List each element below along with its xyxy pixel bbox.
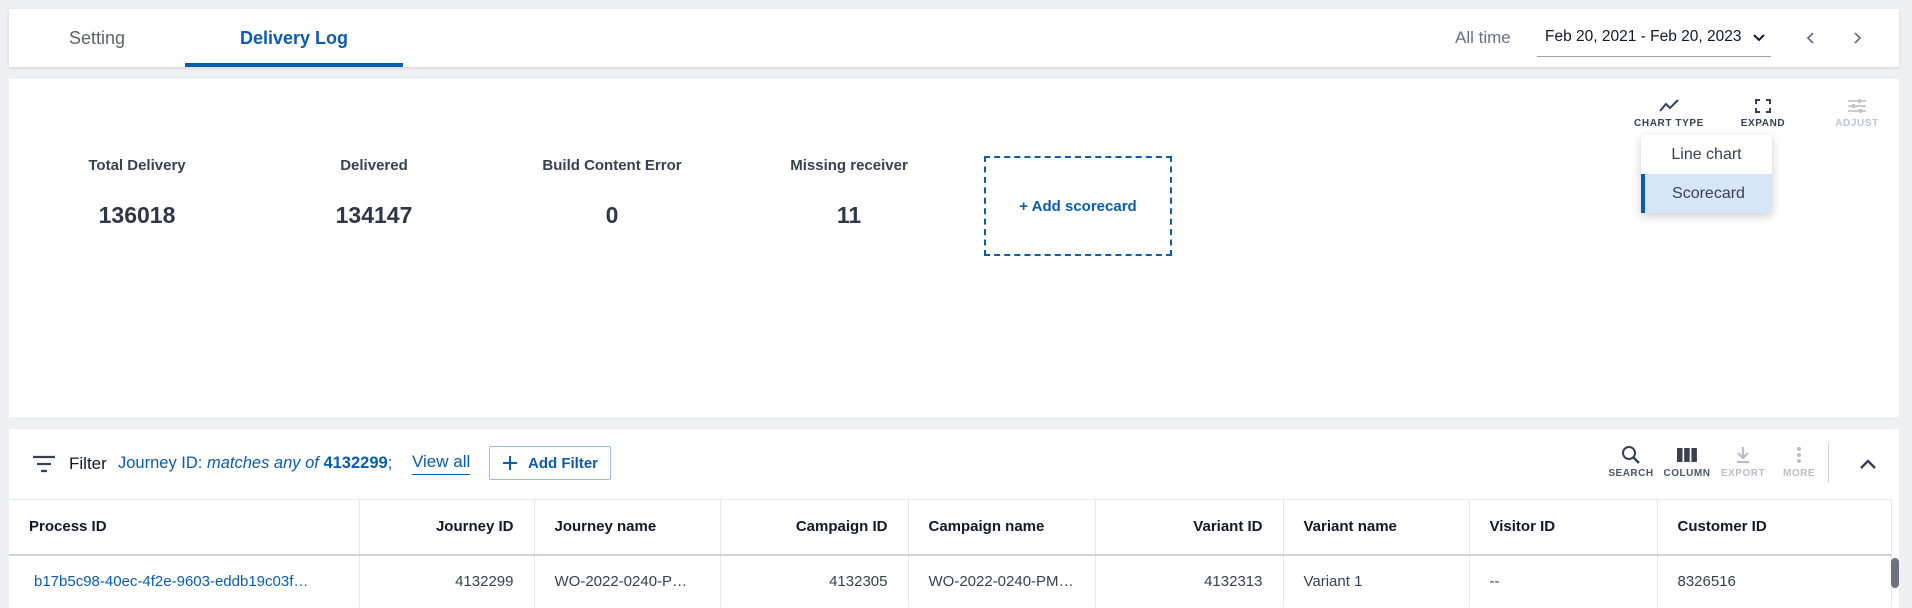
table-cell: -- [1469, 554, 1658, 607]
next-range-button[interactable] [1845, 26, 1869, 50]
plus-icon [503, 456, 517, 470]
expand-label: EXPAND [1740, 118, 1786, 129]
table-scrollbar-thumb[interactable] [1891, 558, 1899, 588]
column-header[interactable]: Process ID [9, 499, 360, 556]
export-label: EXPORT [1720, 468, 1766, 479]
download-icon [1737, 447, 1749, 464]
table-cell: WO-2022-0240-PMP… [908, 554, 1096, 607]
table-cell: WO-2022-0240-PMP… [534, 554, 721, 607]
add-scorecard-button[interactable]: + Add scorecard [984, 156, 1172, 256]
filter-end: ; [387, 454, 393, 472]
column-header[interactable]: Variant name [1283, 499, 1470, 556]
table-cell: 4132305 [720, 554, 909, 607]
column-header[interactable]: Journey name [534, 499, 721, 556]
chart-type-menu: Line chart Scorecard [1641, 135, 1772, 213]
filter-operator: matches any of [206, 454, 319, 472]
filter-icon[interactable] [31, 451, 57, 477]
table-header-row: Process ID Journey ID Journey name Campa… [9, 499, 1892, 556]
scorecard-delivered[interactable]: Delivered 134147 [259, 157, 489, 229]
chart-type-label: CHART TYPE [1634, 118, 1704, 129]
tab-setting[interactable]: Setting [9, 9, 185, 67]
top-bar: Setting Delivery Log All time Feb 20, 20… [9, 9, 1899, 67]
more-vertical-icon [1797, 447, 1801, 463]
export-button[interactable]: EXPORT [1717, 445, 1769, 479]
toolbar-divider [1828, 443, 1829, 483]
view-all-link[interactable]: View all [412, 452, 471, 475]
expand-icon [1755, 99, 1771, 113]
chart-type-button[interactable]: CHART TYPE [1629, 98, 1709, 129]
table-row[interactable]: b17b5c98-40ec-4f2e-9603-eddb19c03f… 4132… [9, 554, 1892, 607]
filter-description[interactable]: Journey ID: matches any of 4132299; [118, 454, 392, 473]
column-label: COLUMN [1663, 468, 1711, 479]
menu-item-line-chart[interactable]: Line chart [1641, 135, 1772, 174]
scorecard-panel: Total Delivery 136018 Delivered 134147 B… [9, 79, 1899, 417]
date-range-value: Feb 20, 2021 - Feb 20, 2023 [1545, 27, 1742, 45]
search-icon [1622, 446, 1640, 464]
column-header[interactable]: Variant ID [1095, 499, 1284, 556]
date-range-select[interactable]: Feb 20, 2021 - Feb 20, 2023 [1537, 17, 1771, 57]
chevron-left-icon [1806, 32, 1814, 44]
filter-field: Journey ID: [118, 454, 203, 472]
chevron-right-icon [1854, 32, 1862, 44]
delivery-log-table: Process ID Journey ID Journey name Campa… [9, 499, 1892, 607]
more-label: MORE [1783, 468, 1815, 479]
table-cell: Variant 1 [1283, 554, 1470, 607]
column-header[interactable]: Campaign ID [720, 499, 909, 556]
column-button[interactable]: COLUMN [1661, 445, 1713, 479]
scorecard-missing-receiver[interactable]: Missing receiver 11 [734, 157, 964, 229]
add-filter-label: Add Filter [528, 454, 598, 472]
expand-button[interactable]: EXPAND [1723, 98, 1803, 129]
column-header[interactable]: Customer ID [1657, 499, 1892, 556]
search-label: SEARCH [1608, 468, 1654, 479]
more-button[interactable]: MORE [1773, 445, 1825, 479]
delivery-log-table-panel: Filter Journey ID: matches any of 413229… [9, 429, 1899, 608]
column-header[interactable]: Journey ID [359, 499, 535, 556]
scorecard-value: 11 [836, 202, 862, 228]
adjust-label: ADJUST [1835, 118, 1879, 129]
scorecard-label: Delivered [340, 157, 408, 174]
line-chart-icon [1659, 99, 1679, 112]
scorecard-value: 134147 [335, 202, 413, 228]
menu-item-scorecard[interactable]: Scorecard [1641, 174, 1772, 213]
scorecard-value: 0 [605, 202, 619, 228]
adjust-button[interactable]: ADJUST [1817, 98, 1897, 129]
table-cell: 4132299 [359, 554, 535, 607]
scorecard-build-content-error[interactable]: Build Content Error 0 [497, 157, 727, 229]
process-id-link[interactable]: b17b5c98-40ec-4f2e-9603-eddb19c03f… [9, 554, 360, 607]
columns-icon [1677, 448, 1697, 462]
scorecard-total-delivery[interactable]: Total Delivery 136018 [22, 157, 252, 229]
column-header[interactable]: Campaign name [908, 499, 1096, 556]
scorecard-value: 136018 [98, 202, 176, 228]
table-cell: 8326516 [1657, 554, 1892, 607]
scorecard-label: Missing receiver [790, 157, 908, 174]
tune-icon [1848, 99, 1866, 113]
table-cell: 4132313 [1095, 554, 1284, 607]
previous-range-button[interactable] [1799, 26, 1823, 50]
range-label: All time [1455, 28, 1511, 47]
search-button[interactable]: SEARCH [1605, 445, 1657, 479]
column-header[interactable]: Visitor ID [1469, 499, 1658, 556]
scorecard-label: Total Delivery [88, 157, 186, 174]
filter-label: Filter [69, 454, 107, 473]
filter-value: 4132299 [323, 454, 388, 472]
filter-bar: Filter Journey ID: matches any of 413229… [9, 429, 1899, 499]
scorecard-label: Build Content Error [542, 157, 682, 174]
chevron-up-icon[interactable] [1855, 451, 1881, 477]
tab-delivery-log[interactable]: Delivery Log [185, 9, 403, 67]
chevron-down-icon [1753, 33, 1766, 41]
add-filter-button[interactable]: Add Filter [489, 446, 611, 480]
